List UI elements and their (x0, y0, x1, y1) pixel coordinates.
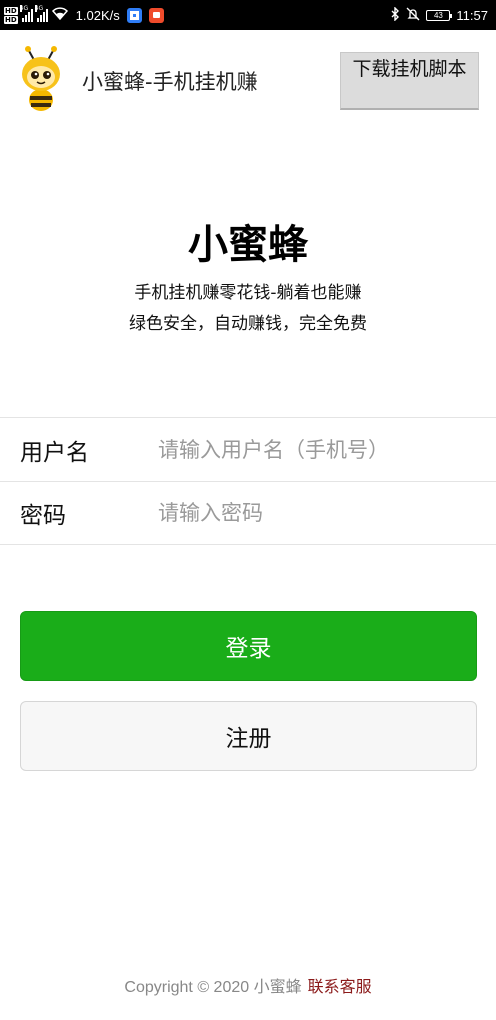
signal-icon-2: 4G (34, 5, 48, 22)
hd-badge-2: HD (4, 15, 18, 24)
signal-icon: 4G (19, 5, 33, 22)
network-label-1: 4G (19, 5, 29, 12)
hero-subtitle-line-1: 手机挂机赚零花钱-躺着也能赚 (134, 283, 362, 303)
hd-icon: HD HD (4, 6, 18, 24)
hero-subtitle-line-2: 绿色安全，自动赚钱，完全免费 (129, 314, 367, 334)
net-speed: 1.02K/s (75, 7, 120, 23)
login-button[interactable]: 登录 (20, 611, 477, 681)
app-header: 小蜜蜂-手机挂机赚 下载挂机脚本 (0, 30, 496, 130)
network-label-2: 4G (34, 5, 44, 12)
bluetooth-icon (391, 5, 400, 24)
status-left: HD HD 4G 4G 1.02K/s (0, 0, 164, 30)
status-right: 43 11:57 (391, 5, 496, 24)
download-script-button[interactable]: 下载挂机脚本 (340, 52, 479, 110)
copyright-text: Copyright © 2020 小蜜蜂 (124, 979, 302, 996)
app-title: 小蜜蜂-手机挂机赚 (82, 70, 258, 94)
battery-icon: 43 (426, 9, 453, 21)
status-bar: HD HD 4G 4G 1.02K/s 43 11:57 (0, 0, 496, 30)
username-label: 用户名 (20, 439, 89, 466)
register-button[interactable]: 注册 (20, 701, 477, 771)
hd-badge-1: HD (4, 6, 18, 15)
red-app-icon (148, 7, 164, 23)
hero-subtitle: 手机挂机赚零花钱-躺着也能赚 绿色安全，自动赚钱，完全免费 (0, 278, 496, 340)
password-label: 密码 (20, 503, 66, 529)
footer: Copyright © 2020 小蜜蜂 联系客服 (0, 973, 496, 997)
password-row: 密码 (0, 481, 496, 545)
bee-logo-icon (16, 46, 66, 112)
mute-icon (406, 7, 420, 24)
hero-title: 小蜜蜂 (188, 222, 308, 268)
contact-support-link[interactable]: 联系客服 (308, 977, 372, 996)
username-row: 用户名 (0, 417, 496, 481)
clock: 11:57 (456, 7, 488, 23)
username-input[interactable] (158, 437, 478, 462)
wifi-icon (51, 6, 68, 24)
password-input[interactable] (158, 501, 478, 525)
shield-app-icon (126, 7, 142, 23)
